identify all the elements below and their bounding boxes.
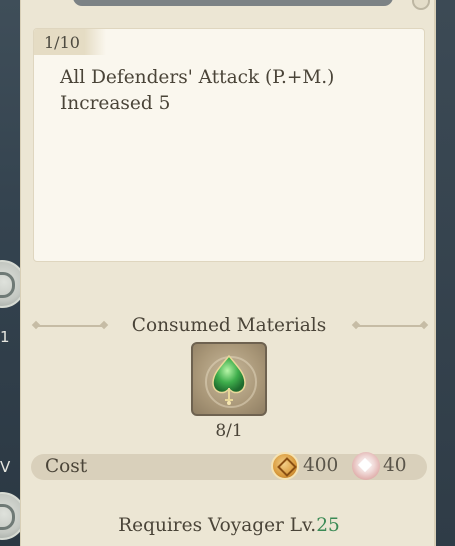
pink-diamond-currency-icon — [352, 452, 380, 480]
skill-level: 1/10 — [44, 33, 80, 52]
divider-ornament-right — [355, 325, 425, 327]
top-scroll-bar — [73, 0, 393, 6]
requirement-prefix: Requires Voyager Lv. — [118, 515, 317, 536]
skill-node-label: 1 — [0, 328, 10, 346]
background-right — [435, 0, 455, 546]
level-requirement: Requires Voyager Lv.25 — [21, 515, 437, 536]
consumed-materials-header: Consumed Materials — [21, 312, 437, 340]
close-icon[interactable] — [412, 0, 430, 10]
cost-bar: Cost 400 40 — [31, 452, 427, 480]
requirement-level: 25 — [316, 515, 340, 536]
green-leaf-gem-icon — [212, 354, 246, 405]
gold-cost-value: 400 — [303, 455, 339, 476]
level-tab: 1/10 — [34, 29, 106, 55]
material-item-slot[interactable] — [191, 342, 267, 416]
material-count: 8/1 — [215, 421, 243, 441]
gold-coin-icon — [271, 452, 299, 480]
skill-detail-panel: 1/10 All Defenders' Attack (P.+M.) Incre… — [20, 0, 436, 546]
effect-description-box: 1/10 All Defenders' Attack (P.+M.) Incre… — [33, 28, 425, 262]
cost-label: Cost — [45, 456, 88, 477]
special-cost-value: 40 — [383, 455, 407, 476]
side-label: V — [0, 458, 11, 476]
effect-text: All Defenders' Attack (P.+M.) Increased … — [60, 67, 335, 114]
